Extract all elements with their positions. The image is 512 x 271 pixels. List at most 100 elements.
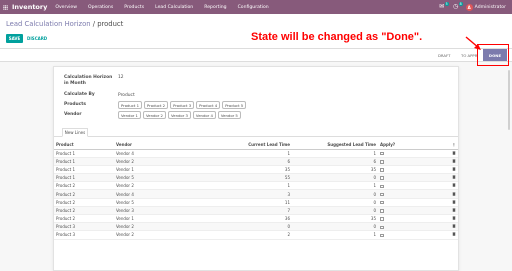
menu-lead-calculation[interactable]: Lead Calculation bbox=[155, 5, 193, 10]
cell-current-lead-time[interactable]: 35 bbox=[214, 165, 292, 175]
apply-checkbox[interactable] bbox=[380, 168, 384, 172]
menu-overview[interactable]: Overview bbox=[55, 5, 77, 10]
apply-checkbox[interactable] bbox=[380, 209, 384, 213]
trash-icon[interactable] bbox=[452, 158, 456, 164]
cell-suggested-lead-time[interactable]: 0 bbox=[292, 222, 378, 232]
tab-new-lines[interactable]: New Lines bbox=[62, 128, 88, 137]
table-row[interactable]: Product 2 Vendor 211 bbox=[54, 181, 458, 191]
apply-checkbox[interactable] bbox=[380, 217, 384, 221]
menu-operations[interactable]: Operations bbox=[88, 5, 113, 10]
discard-button[interactable]: DISCARD bbox=[27, 34, 47, 43]
menu-configuration[interactable]: Configuration bbox=[238, 5, 269, 10]
cell-product[interactable]: Product 3 bbox=[54, 222, 114, 232]
apply-checkbox[interactable] bbox=[380, 200, 384, 205]
cell-product[interactable]: Product 1 bbox=[54, 149, 114, 158]
cell-current-lead-time[interactable]: 3 bbox=[214, 189, 292, 199]
page-scrollbar[interactable] bbox=[508, 70, 510, 130]
cell-vendor[interactable]: Vendor 5 bbox=[114, 173, 214, 183]
product-tag[interactable]: Product 3 bbox=[170, 101, 195, 109]
cell-suggested-lead-time[interactable]: 35 bbox=[292, 165, 378, 175]
table-row[interactable]: Product 3 Vendor 221 bbox=[54, 230, 458, 240]
table-row[interactable]: Product 3 Vendor 200 bbox=[54, 222, 458, 232]
stage-to-approve[interactable]: TO APPR bbox=[461, 49, 477, 61]
cell-suggested-lead-time[interactable]: 1 bbox=[292, 181, 378, 191]
vendor-tag[interactable]: Vendor 3 bbox=[167, 111, 191, 119]
apply-checkbox[interactable] bbox=[380, 225, 384, 230]
table-row[interactable]: Product 2 Vendor 430 bbox=[54, 189, 458, 199]
cell-vendor[interactable]: Vendor 2 bbox=[114, 181, 214, 191]
vendor-tag[interactable]: Vendor 2 bbox=[142, 111, 166, 119]
avatar[interactable]: A bbox=[465, 3, 473, 11]
cell-product[interactable]: Product 2 bbox=[54, 214, 114, 224]
vendor-tag[interactable]: Vendor 4 bbox=[192, 111, 216, 119]
column-header-product[interactable]: Product bbox=[54, 140, 114, 150]
product-tag[interactable]: Product 2 bbox=[144, 101, 169, 109]
product-tag[interactable]: Product 4 bbox=[196, 101, 221, 109]
activity-clock-icon[interactable]: ◷ 8 bbox=[452, 2, 463, 11]
cell-vendor[interactable]: Vendor 5 bbox=[114, 198, 214, 207]
trash-icon[interactable] bbox=[452, 167, 456, 172]
stage-draft[interactable]: DRAFT bbox=[438, 49, 450, 61]
cell-vendor[interactable]: Vendor 2 bbox=[114, 222, 214, 232]
cell-current-lead-time[interactable]: 11 bbox=[214, 198, 292, 207]
cell-current-lead-time[interactable]: 36 bbox=[214, 214, 292, 224]
cell-current-lead-time[interactable]: 2 bbox=[214, 230, 292, 240]
cell-product[interactable]: Product 2 bbox=[54, 189, 114, 199]
cell-vendor[interactable]: Vendor 3 bbox=[114, 206, 214, 216]
menu-reporting[interactable]: Reporting bbox=[204, 5, 226, 10]
cell-product[interactable]: Product 3 bbox=[54, 230, 114, 240]
column-header-apply[interactable]: Apply? bbox=[378, 140, 430, 150]
breadcrumb-parent[interactable]: Lead Calculation Horizon bbox=[6, 20, 91, 28]
apply-checkbox[interactable] bbox=[380, 233, 384, 238]
trash-icon[interactable] bbox=[452, 150, 456, 156]
table-row[interactable]: Product 2 Vendor 370 bbox=[54, 206, 458, 216]
apply-checkbox[interactable] bbox=[380, 184, 384, 189]
cell-vendor[interactable]: Vendor 4 bbox=[114, 189, 214, 199]
menu-products[interactable]: Products bbox=[124, 5, 144, 10]
cell-suggested-lead-time[interactable]: 35 bbox=[292, 214, 378, 224]
table-row[interactable]: Product 2 Vendor 5 11 0 bbox=[54, 198, 458, 207]
chat-icon[interactable]: ✉ 5 bbox=[438, 2, 449, 11]
apply-checkbox[interactable] bbox=[380, 160, 384, 164]
column-options-icon[interactable]: ⋮ bbox=[430, 140, 458, 150]
app-brand[interactable]: Inventory bbox=[12, 3, 47, 11]
save-button[interactable]: SAVE bbox=[6, 34, 23, 43]
cell-current-lead-time[interactable]: 7 bbox=[214, 206, 292, 216]
apply-checkbox[interactable] bbox=[380, 192, 384, 197]
cell-product[interactable]: Product 1 bbox=[54, 157, 114, 166]
trash-icon[interactable] bbox=[452, 224, 456, 229]
column-header-suggested-lead-time[interactable]: Suggested Lead Time bbox=[292, 140, 378, 150]
cell-vendor[interactable]: Vendor 1 bbox=[114, 214, 214, 224]
trash-icon[interactable] bbox=[452, 199, 456, 205]
cell-vendor[interactable]: Vendor 4 bbox=[114, 149, 214, 158]
cell-current-lead-time[interactable]: 55 bbox=[214, 173, 292, 183]
table-row[interactable]: Product 1 Vendor 1 35 35 bbox=[54, 165, 458, 175]
cell-vendor[interactable]: Vendor 2 bbox=[114, 157, 214, 166]
trash-icon[interactable] bbox=[452, 191, 456, 197]
cell-current-lead-time[interactable]: 0 bbox=[214, 222, 292, 232]
cell-vendor[interactable]: Vendor 1 bbox=[114, 165, 214, 175]
apply-checkbox[interactable] bbox=[380, 176, 384, 180]
trash-icon[interactable] bbox=[452, 183, 456, 188]
calculate-by-value[interactable]: Product bbox=[118, 93, 135, 98]
cell-product[interactable]: Product 1 bbox=[54, 165, 114, 175]
cell-product[interactable]: Product 2 bbox=[54, 181, 114, 191]
horizon-value[interactable]: 12 bbox=[118, 75, 124, 80]
cell-suggested-lead-time[interactable]: 0 bbox=[292, 206, 378, 216]
cell-product[interactable]: Product 1 bbox=[54, 173, 114, 183]
apps-menu-icon[interactable] bbox=[0, 0, 10, 14]
cell-vendor[interactable]: Vendor 2 bbox=[114, 230, 214, 240]
trash-icon[interactable] bbox=[452, 216, 456, 221]
column-header-current-lead-time[interactable]: Current Lead Time bbox=[214, 140, 292, 150]
trash-icon[interactable] bbox=[452, 232, 456, 237]
cell-suggested-lead-time[interactable]: 6 bbox=[292, 157, 378, 166]
cell-suggested-lead-time[interactable]: 0 bbox=[292, 198, 378, 207]
user-menu[interactable]: Administrator bbox=[475, 5, 506, 10]
cell-product[interactable]: Product 2 bbox=[54, 206, 114, 216]
table-row[interactable]: Product 2 Vendor 1 36 35 bbox=[54, 214, 458, 224]
trash-icon[interactable] bbox=[452, 175, 456, 180]
table-row[interactable]: Product 1 Vendor 5 55 0 bbox=[54, 173, 458, 183]
vendor-tag[interactable]: Vendor 5 bbox=[217, 111, 241, 119]
trash-icon[interactable] bbox=[452, 208, 456, 213]
cell-suggested-lead-time[interactable]: 1 bbox=[292, 149, 378, 158]
